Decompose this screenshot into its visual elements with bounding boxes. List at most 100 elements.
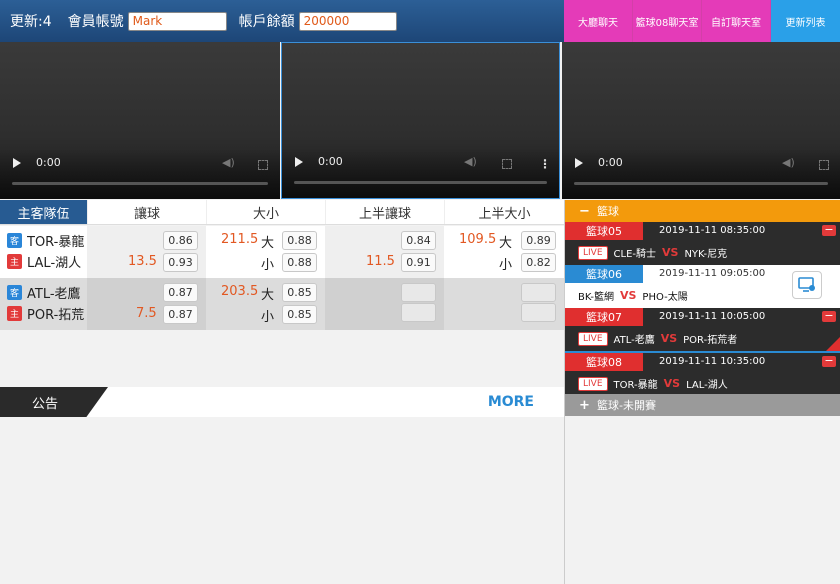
play-icon[interactable] (575, 158, 583, 168)
vs-label: VS (662, 246, 679, 259)
odds-button[interactable] (521, 303, 556, 322)
home-tag: 主 (7, 253, 22, 269)
lobby-chat-button[interactable]: 大廳聊天 (564, 0, 633, 42)
live-badge: LIVE (578, 331, 608, 346)
play-icon[interactable] (295, 157, 303, 167)
away-team: ATL-老鷹 (27, 286, 81, 302)
basketball08-chat-button[interactable]: 籃球08聊天室 (633, 0, 702, 42)
play-icon[interactable] (13, 158, 21, 168)
first-half-over-under-cell: 109.5 大 0.89 小 0.82 (444, 226, 564, 278)
section-basketball[interactable]: − 籃球 (565, 200, 840, 222)
ou-line: 109.5 (459, 232, 497, 247)
first-half-handicap-cell: 0.84 11.5 0.91 (325, 226, 444, 278)
away-team: ATL-老鷹 (613, 335, 655, 346)
fullscreen-icon[interactable] (258, 160, 268, 170)
video-time: 0:00 (598, 156, 623, 169)
odds-button[interactable]: 0.89 (521, 231, 556, 250)
game-item-selected[interactable]: 籃球08 2019-11-11 10:35:00 − LIVE TOR-暴龍 V… (565, 351, 840, 394)
home-team: PHO-太陽 (642, 292, 688, 303)
vs-label: VS (663, 377, 681, 390)
header-first-half-over-under: 上半大小 (444, 200, 564, 224)
away-tag: 客 (7, 284, 22, 300)
refresh-list-button[interactable]: 更新列表 (771, 0, 840, 42)
custom-chat-button[interactable]: 自訂聊天室 (702, 0, 771, 42)
game-item[interactable]: 籃球07 2019-11-11 10:05:00 − LIVE ATL-老鷹 V… (565, 308, 840, 351)
handicap-line: 7.5 (136, 306, 157, 321)
odds-button[interactable]: 0.85 (282, 305, 317, 324)
over-under-cell: 211.5 大 0.88 小 0.88 (206, 226, 325, 278)
progress-bar[interactable] (294, 181, 547, 184)
away-team: TOR-暴龍 (27, 234, 85, 250)
game-time: 2019-11-11 09:05:00 (659, 268, 766, 279)
video-player-1[interactable]: 0:00 ◀) (0, 42, 280, 199)
game-time: 2019-11-11 10:35:00 (659, 356, 766, 367)
more-link[interactable]: MORE (488, 394, 534, 410)
odds-button[interactable]: 0.87 (163, 305, 198, 324)
live-badge: LIVE (578, 245, 608, 260)
odds-button[interactable]: 0.93 (163, 253, 198, 272)
announcement-bar: 公告 MORE (0, 387, 564, 417)
odds-button[interactable]: 0.91 (401, 253, 436, 272)
odds-button[interactable]: 0.85 (282, 283, 317, 302)
chat-icon[interactable] (792, 271, 822, 299)
close-icon[interactable]: − (822, 224, 836, 236)
speaker-icon[interactable]: ◀) (222, 156, 235, 169)
announcement-tab[interactable]: 公告 (0, 387, 108, 417)
odds-button[interactable]: 0.88 (282, 231, 317, 250)
progress-bar[interactable] (12, 182, 268, 185)
home-team: LAL-湖人 (686, 380, 728, 391)
home-team: POR-拓荒 (27, 307, 85, 323)
video-time: 0:00 (318, 155, 343, 168)
table-row: 客 ATL-老鷹 主 POR-拓荒 0.87 7.5 0.87 203.5 大 0.… (0, 278, 564, 330)
account-input[interactable] (127, 11, 227, 31)
odds-header: 主客隊伍 讓球 大小 上半讓球 上半大小 (0, 200, 564, 225)
balance-label: 帳戶餘額 (238, 14, 295, 30)
odds-button[interactable] (521, 283, 556, 302)
game-item[interactable]: 籃球06 2019-11-11 09:05:00 BK-籃網 VS PHO-太陽 (565, 265, 840, 308)
game-item[interactable]: 籃球05 2019-11-11 08:35:00 − LIVE CLE-騎士 V… (565, 222, 840, 265)
page: 更新:4 會員帳號 帳戶餘額 大廳聊天 籃球08聊天室 自訂聊天室 更新列表 0… (0, 0, 840, 584)
close-icon[interactable]: − (822, 310, 836, 322)
section-basketball-upcoming[interactable]: + 籃球-未開賽 (565, 394, 840, 416)
odds-button[interactable] (401, 283, 436, 302)
header-first-half-handicap: 上半讓球 (325, 200, 444, 224)
away-team: TOR-暴龍 (613, 380, 658, 391)
odds-button[interactable]: 0.82 (521, 253, 556, 272)
game-time: 2019-11-11 08:35:00 (659, 225, 766, 236)
fullscreen-icon[interactable] (502, 159, 512, 169)
handicap-line: 11.5 (366, 254, 395, 269)
more-vert-icon[interactable]: ⋮ (539, 158, 551, 170)
fullscreen-icon[interactable] (819, 160, 829, 170)
odds-button[interactable]: 0.86 (163, 231, 198, 250)
odds-button[interactable]: 0.84 (401, 231, 436, 250)
balance-input[interactable] (298, 11, 397, 31)
video-player-2[interactable]: 0:00 ◀) ⋮ (281, 42, 560, 199)
handicap-cell: 0.86 13.5 0.93 (87, 226, 206, 278)
speaker-icon[interactable]: ◀) (782, 156, 795, 169)
speaker-icon[interactable]: ◀) (464, 155, 477, 168)
expand-icon[interactable]: + (579, 398, 597, 413)
game-time: 2019-11-11 10:05:00 (659, 311, 766, 322)
odds-button[interactable]: 0.88 (282, 253, 317, 272)
account-label: 會員帳號 (67, 14, 124, 30)
ou-line: 203.5 (221, 284, 259, 299)
header-over-under: 大小 (206, 200, 325, 224)
video-player-3[interactable]: 0:00 ◀) (562, 42, 840, 199)
home-team: NYK-尼克 (684, 249, 728, 260)
handicap-line: 13.5 (128, 254, 157, 269)
over-under-cell: 203.5 大 0.85 小 0.85 (206, 278, 325, 330)
progress-bar[interactable] (574, 182, 828, 185)
odds-button[interactable]: 0.87 (163, 283, 198, 302)
game-list-panel: − 籃球 籃球05 2019-11-11 08:35:00 − LIVE CLE… (565, 200, 840, 584)
home-tag: 主 (7, 305, 22, 321)
top-buttons: 大廳聊天 籃球08聊天室 自訂聊天室 更新列表 (564, 0, 840, 42)
big-label: 大 (261, 288, 275, 303)
collapse-icon[interactable]: − (579, 204, 597, 219)
table-row: 客 TOR-暴龍 主 LAL-湖人 0.86 13.5 0.93 211.5 大 0… (0, 226, 564, 278)
section-title: 籃球-未開賽 (597, 399, 656, 412)
video-time: 0:00 (36, 156, 61, 169)
vs-label: VS (660, 332, 678, 345)
close-icon[interactable]: − (822, 355, 836, 367)
away-tag: 客 (7, 232, 22, 248)
odds-button[interactable] (401, 303, 436, 322)
